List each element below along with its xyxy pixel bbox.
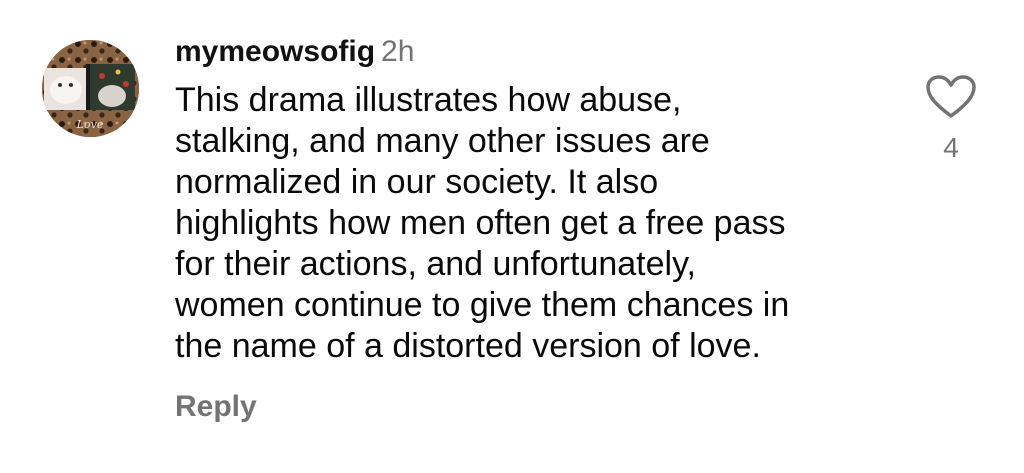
comment-meta: mymeowsofig 2h: [175, 30, 895, 74]
comment-text-line: highlights how men often get a free pass: [175, 204, 786, 242]
comment-item: Love mymeowsofig 2h This drama illustrate…: [0, 0, 1024, 473]
comment-text-line: the name of a distorted version of love.: [175, 327, 761, 365]
comment-text-line: stalking, and many other issues are: [175, 122, 710, 160]
avatar-image: Love: [42, 40, 139, 137]
like-count: 4: [943, 132, 959, 163]
comment-text-line: for their actions, and unfortunately,: [175, 245, 697, 283]
comment-text-line: women continue to give them chances in: [175, 286, 790, 324]
like-group: 4: [925, 74, 977, 164]
timestamp: 2h: [381, 35, 415, 68]
reply-button[interactable]: Reply: [175, 387, 257, 427]
heart-outline-icon[interactable]: [925, 74, 977, 120]
comment-text: This drama illustrates how abuse, stalki…: [175, 80, 895, 367]
username-link[interactable]: mymeowsofig: [175, 35, 375, 68]
comment-body: mymeowsofig 2h This drama illustrates how…: [175, 30, 895, 427]
comment-text-line: normalized in our society. It also: [175, 163, 659, 201]
comment-text-line: This drama illustrates how abuse,: [175, 81, 682, 119]
avatar[interactable]: Love: [42, 40, 139, 137]
avatar-caption: Love: [76, 118, 104, 131]
